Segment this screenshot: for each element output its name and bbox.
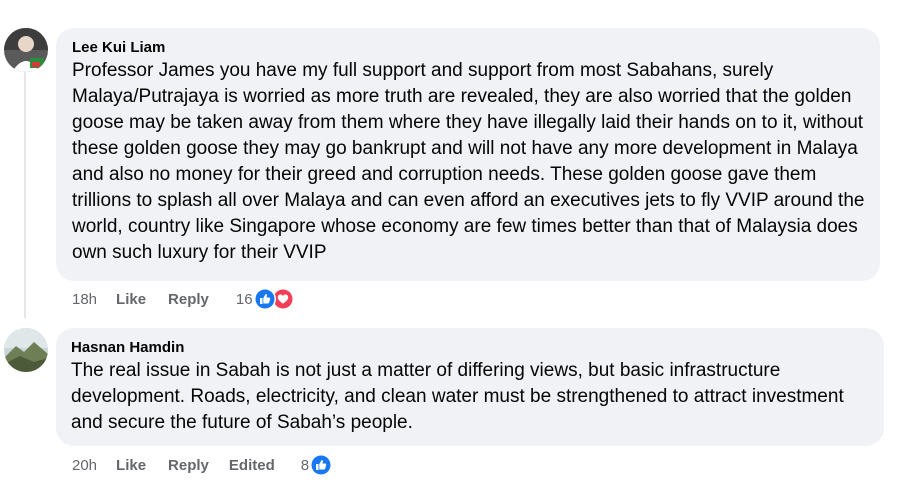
comment-timestamp[interactable]: 20h [72, 457, 97, 474]
reactions-summary[interactable]: 16 [236, 288, 294, 310]
comment-text: The real issue in Sabah is not just a ma… [71, 360, 844, 433]
edited-label[interactable]: Edited [229, 457, 275, 474]
comment-actions: 18h Like Reply 16 [72, 288, 294, 310]
reaction-count: 16 [235, 290, 253, 308]
thumbs-up-icon [253, 288, 276, 310]
avatar[interactable] [4, 328, 48, 372]
avatar-image-icon [4, 28, 48, 72]
reactions-summary[interactable]: 8 [300, 454, 333, 476]
comment-author[interactable]: Lee Kui Liam [72, 38, 866, 58]
comment-timestamp[interactable]: 18h [72, 291, 97, 308]
comment-author[interactable]: Hasnan Hamdin [71, 338, 870, 358]
comment-bubble: Lee Kui Liam Professor James you have my… [56, 28, 880, 281]
reply-button[interactable]: Reply [168, 457, 209, 474]
thread-line [24, 72, 26, 318]
thumbs-up-icon [310, 454, 333, 476]
comment-actions: 20h Like Reply Edited 8 [72, 454, 333, 476]
comment-bubble: Hasnan Hamdin The real issue in Sabah is… [56, 328, 884, 446]
comment-text: Professor James you have my full support… [72, 60, 865, 263]
reaction-count: 8 [300, 456, 310, 474]
like-button[interactable]: Like [116, 291, 146, 308]
like-button[interactable]: Like [116, 457, 146, 474]
reply-button[interactable]: Reply [168, 291, 209, 308]
avatar[interactable] [4, 28, 48, 72]
avatar-image-icon [4, 328, 48, 372]
